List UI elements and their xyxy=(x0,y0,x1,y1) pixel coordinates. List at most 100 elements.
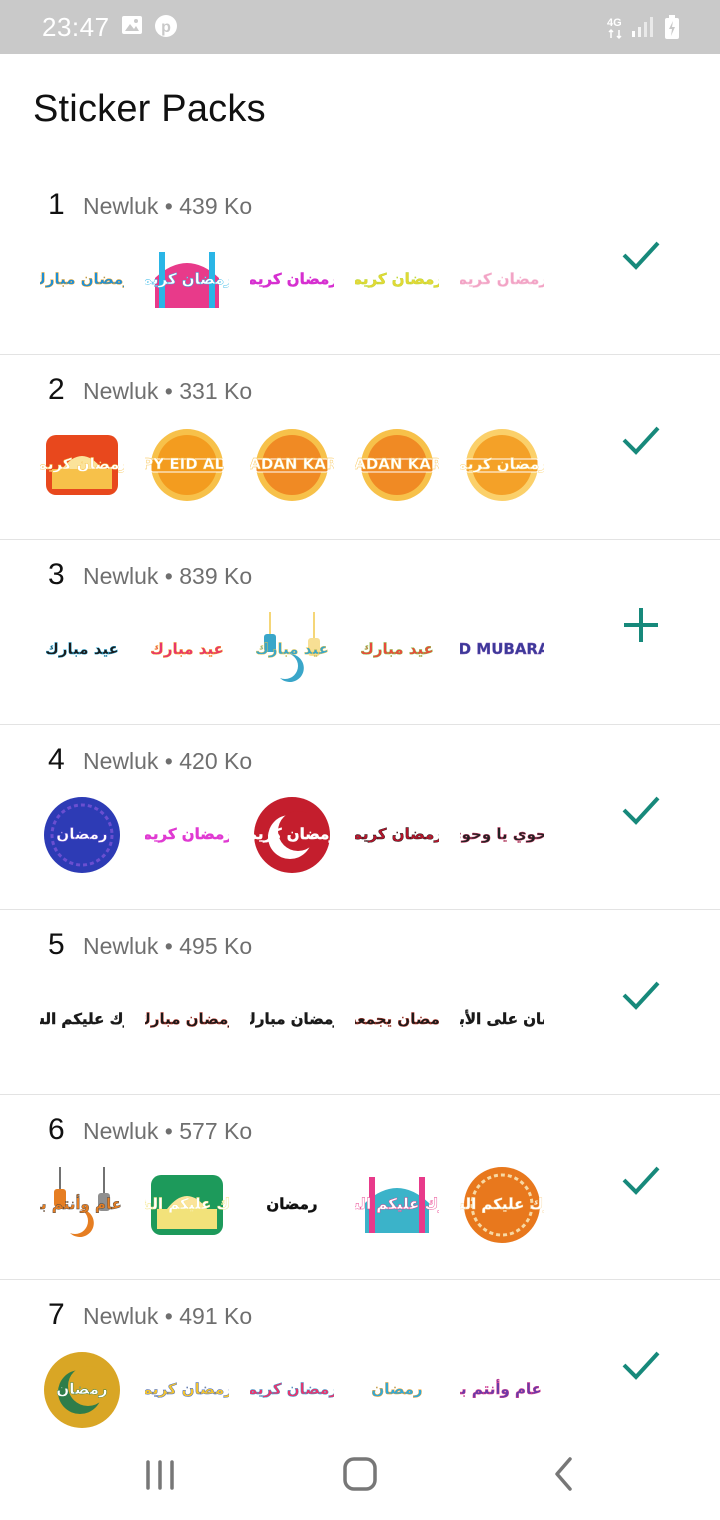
svg-text:RAMADAN KAREEM: RAMADAN KAREEM xyxy=(355,455,439,473)
sticker-thumbnail: رمضان xyxy=(250,1163,334,1247)
sticker-thumbnail: رمضان xyxy=(40,793,124,877)
sticker-thumbnail: رمضان كريم xyxy=(246,238,338,322)
status-time: 23:47 xyxy=(42,12,110,42)
sticker-preview-strip: عيد مبارك عيد مبارك عيد مبارك عيد مبارك EID … xyxy=(40,608,565,696)
added-check-icon[interactable] xyxy=(616,970,666,1020)
svg-text:مبارك عليكم الشهر: مبارك عليكم الشهر xyxy=(40,1010,124,1028)
svg-text:رمضان: رمضان xyxy=(56,1380,107,1398)
sticker-thumbnail: رمضان كريم xyxy=(246,1348,338,1432)
svg-text:رمضان كريم: رمضان كريم xyxy=(145,825,229,843)
sticker-thumbnail: وحوي يا وحوي xyxy=(448,793,557,877)
svg-text:كل عام وأنتم بخير: كل عام وأنتم بخير xyxy=(460,1379,544,1398)
pack-number: 6 xyxy=(48,1113,65,1146)
sticker-thumbnail: رمضان مبارك xyxy=(32,238,132,322)
sticker-preview-strip: مبارك عليكم الشهر رمضان مبارك رمضان مبارك ر… xyxy=(10,978,575,1066)
pack-publisher-size: Newluk • 439 Ko xyxy=(83,193,253,219)
sticker-thumbnail: RAMADAN KAREEM xyxy=(211,423,373,507)
sticker-thumbnail: رمضان يجمعنا xyxy=(345,978,448,1062)
svg-text:p: p xyxy=(161,19,171,36)
back-icon[interactable] xyxy=(533,1446,593,1506)
sticker-preview-strip: رمضان كريم HAPPY EID AL FITR RAMADAN KAREE… xyxy=(36,423,565,511)
svg-text:رمضان كريم: رمضان كريم xyxy=(355,825,439,843)
added-check-icon[interactable] xyxy=(616,415,666,465)
pinterest-icon: p xyxy=(154,14,178,43)
sticker-thumbnail: رمضان على الأبواب xyxy=(429,978,574,1062)
added-check-icon[interactable] xyxy=(616,1340,666,1390)
added-check-icon[interactable] xyxy=(616,230,666,280)
added-check-icon[interactable] xyxy=(616,1155,666,1205)
svg-text:رمضان كريم: رمضان كريم xyxy=(250,1380,334,1398)
pack-number: 2 xyxy=(48,373,65,406)
svg-text:رمضان كريم: رمضان كريم xyxy=(460,455,544,473)
sticker-thumbnail: عيد مبارك xyxy=(355,608,439,692)
sticker-preview-strip: كل عام وأنتم بخير تبارك عليكم الشهر رمضان م… xyxy=(14,1163,573,1251)
pack-publisher-size: Newluk • 495 Ko xyxy=(83,933,253,959)
pack-publisher-size: Newluk • 491 Ko xyxy=(83,1303,253,1329)
sticker-thumbnail: عيد مبارك xyxy=(145,608,229,692)
sticker-thumbnail: رمضان كريم xyxy=(141,238,233,322)
svg-text:رمضان يجمعنا: رمضان يجمعنا xyxy=(355,1010,439,1028)
sticker-thumbnail: رمضان كريم xyxy=(141,1348,233,1432)
svg-text:تبارك عليكم الشهر: تبارك عليكم الشهر xyxy=(145,1195,229,1213)
sticker-pack-row[interactable]: 3 Newluk • 839 Ko عيد مبارك عيد مبارك عيد مب… xyxy=(0,540,720,725)
sticker-thumbnail: كل عام وأنتم بخير xyxy=(14,1163,150,1247)
svg-text:وحوي يا وحوي: وحوي يا وحوي xyxy=(460,825,544,844)
4g-icon: 4G xyxy=(606,15,628,46)
svg-text:رمضان كريم: رمضان كريم xyxy=(250,270,334,288)
svg-text:رمضان: رمضان xyxy=(56,825,107,843)
svg-text:رمضان مبارك: رمضان مبارك xyxy=(145,1010,229,1028)
sticker-pack-row[interactable]: 1Newluk • 439 Koرمضان مباركرمضان كريمرمض… xyxy=(0,170,720,355)
sticker-thumbnail: HAPPY EID AL FITR xyxy=(107,423,268,507)
sticker-thumbnail: مبارك عليكم الشهر xyxy=(10,978,154,1062)
home-icon[interactable] xyxy=(330,1446,390,1506)
sticker-pack-row[interactable]: 4 Newluk • 420 Ko رمضان رمضان كريم رمضان كري… xyxy=(0,725,720,910)
svg-text:رمضان كريم: رمضان كريم xyxy=(460,270,544,288)
svg-text:عيد مبارك: عيد مبارك xyxy=(255,640,329,658)
svg-text:رمضان كريم: رمضان كريم xyxy=(250,825,334,843)
recent-apps-icon[interactable] xyxy=(130,1446,190,1506)
page-title: Sticker Packs xyxy=(33,88,266,130)
sticker-thumbnail: رمضان كريم xyxy=(36,423,128,507)
sticker-pack-row[interactable]: 6 Newluk • 577 Ko كل عام وأنتم بخير تبارك ع… xyxy=(0,1095,720,1280)
pack-number: 7 xyxy=(48,1298,65,1331)
pack-publisher-size: Newluk • 839 Ko xyxy=(83,563,253,589)
svg-text:عيد مبارك: عيد مبارك xyxy=(45,640,119,658)
navigation-bar xyxy=(0,1428,720,1520)
svg-text:رمضان مبارك: رمضان مبارك xyxy=(250,1010,334,1028)
added-check-icon[interactable] xyxy=(616,785,666,835)
svg-text:عيد مبارك: عيد مبارك xyxy=(360,640,434,658)
sticker-thumbnail: رمضان كريم xyxy=(351,238,443,322)
battery-icon xyxy=(664,14,680,45)
svg-text:عيد مبارك: عيد مبارك xyxy=(150,640,224,658)
svg-text:رمضان: رمضان xyxy=(266,1195,317,1213)
svg-text:رمضان كريم: رمضان كريم xyxy=(40,455,124,473)
svg-text:رمضان كريم: رمضان كريم xyxy=(145,1380,229,1398)
svg-text:مبارك عليكم الشهر: مبارك عليكم الشهر xyxy=(355,1195,439,1213)
sticker-thumbnail: رمضان كريم xyxy=(351,793,443,877)
add-plus-icon[interactable] xyxy=(616,600,666,650)
svg-text:RAMADAN KAREEM: RAMADAN KAREEM xyxy=(250,455,334,473)
sticker-preview-strip: رمضان رمضان كريم رمضان كريم رمضان كريم وحوي … xyxy=(40,793,565,881)
sticker-thumbnail: مبارك عليكم الشهر xyxy=(430,1163,573,1247)
pack-number: 1 xyxy=(48,188,65,221)
svg-text:رمضان كريم: رمضان كريم xyxy=(145,270,229,288)
svg-text:4G: 4G xyxy=(607,17,622,29)
sticker-preview-strip: رمضان مبارك رمضان كريم رمضان كريم رمضان كري… xyxy=(32,238,565,326)
svg-text:رمضان: رمضان xyxy=(371,1380,422,1398)
sticker-pack-row[interactable]: 5 Newluk • 495 Ko مبارك عليكم الشهر رمضان م… xyxy=(0,910,720,1095)
pack-number: 3 xyxy=(48,558,65,591)
sticker-thumbnail: RAMADAN KAREEM xyxy=(316,423,478,507)
pack-publisher-size: Newluk • 577 Ko xyxy=(83,1118,253,1144)
pack-publisher-size: Newluk • 331 Ko xyxy=(83,378,253,404)
svg-text:كل عام وأنتم بخير: كل عام وأنتم بخير xyxy=(40,1194,124,1213)
sticker-pack-row[interactable]: 2 Newluk • 331 Ko رمضان كريم HAPPY EID AL F… xyxy=(0,355,720,540)
sticker-thumbnail: مبارك عليكم الشهر xyxy=(325,1163,468,1247)
sticker-thumbnail: رمضان كريم xyxy=(246,793,338,877)
sticker-thumbnail: عيد مبارك xyxy=(40,608,124,692)
sticker-thumbnail: رمضان كريم xyxy=(141,793,233,877)
sticker-thumbnail: رمضان xyxy=(40,1348,124,1432)
svg-text:رمضان على الأبواب: رمضان على الأبواب xyxy=(460,1010,544,1028)
sticker-thumbnail: كل عام وأنتم بخير xyxy=(434,1348,570,1432)
svg-text:رمضان كريم: رمضان كريم xyxy=(355,270,439,288)
image-icon xyxy=(121,14,143,41)
